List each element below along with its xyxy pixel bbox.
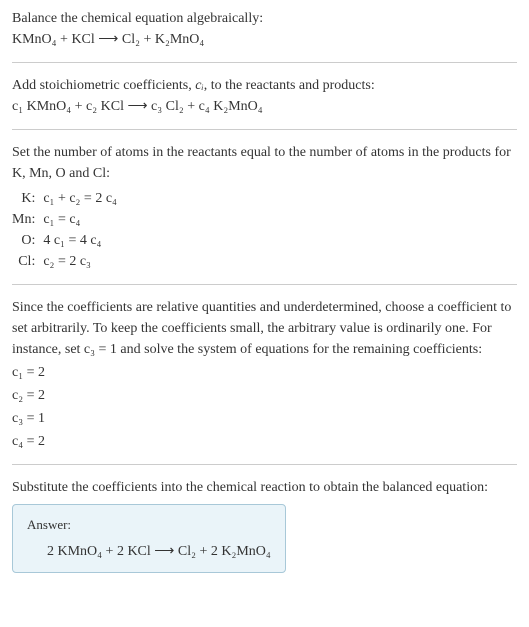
atom-eq-row: K: c₁ + c₂ = 2 c₄ — [12, 188, 117, 209]
answer-box: Answer: 2 KMnO₄ + 2 KCl ⟶ Cl₂ + 2 K₂MnO₄ — [12, 504, 286, 573]
divider — [12, 464, 517, 465]
atom-label: K: — [12, 188, 43, 209]
atom-equations-table: K: c₁ + c₂ = 2 c₄ Mn: c₁ = c₄ O: 4 c₁ = … — [12, 188, 117, 272]
balanced-equation: 2 KMnO₄ + 2 KCl ⟶ Cl₂ + 2 K₂MnO₄ — [27, 541, 271, 562]
atom-eq-row: Mn: c₁ = c₄ — [12, 209, 117, 230]
instruction-add-coeffs: Add stoichiometric coefficients, cᵢ, to … — [12, 75, 517, 96]
atom-eq-row: Cl: c₂ = 2 c₃ — [12, 251, 117, 272]
instruction-solve: Since the coefficients are relative quan… — [12, 297, 517, 360]
divider — [12, 284, 517, 285]
answer-label: Answer: — [27, 515, 271, 535]
atom-label: Cl: — [12, 251, 43, 272]
atom-label: Mn: — [12, 209, 43, 230]
coef-value: c₁ = 2 — [12, 362, 517, 383]
atom-equation: c₁ = c₄ — [43, 209, 117, 230]
atom-label: O: — [12, 230, 43, 251]
atom-equation: c₂ = 2 c₃ — [43, 251, 117, 272]
section-substitute: Substitute the coefficients into the che… — [12, 477, 517, 573]
instruction-substitute: Substitute the coefficients into the che… — [12, 477, 517, 498]
atom-equation: 4 c₁ = 4 c₄ — [43, 230, 117, 251]
atom-eq-row: O: 4 c₁ = 4 c₄ — [12, 230, 117, 251]
divider — [12, 129, 517, 130]
instruction-balance: Balance the chemical equation algebraica… — [12, 8, 517, 29]
instruction-set-atoms: Set the number of atoms in the reactants… — [12, 142, 517, 184]
atom-equation: c₁ + c₂ = 2 c₄ — [43, 188, 117, 209]
section-atom-balance: Set the number of atoms in the reactants… — [12, 142, 517, 272]
coef-value: c₄ = 2 — [12, 431, 517, 452]
equation-unbalanced: KMnO₄ + KCl ⟶ Cl₂ + K₂MnO₄ — [12, 29, 517, 50]
section-stoichiometric: Add stoichiometric coefficients, cᵢ, to … — [12, 75, 517, 117]
coef-value: c₃ = 1 — [12, 408, 517, 429]
section-problem: Balance the chemical equation algebraica… — [12, 8, 517, 50]
coefficient-list: c₁ = 2 c₂ = 2 c₃ = 1 c₄ = 2 — [12, 362, 517, 452]
coef-value: c₂ = 2 — [12, 385, 517, 406]
ci-symbol: cᵢ — [195, 78, 203, 93]
divider — [12, 62, 517, 63]
equation-with-coeffs: c₁ KMnO₄ + c₂ KCl ⟶ c₃ Cl₂ + c₄ K₂MnO₄ — [12, 96, 517, 117]
section-solve: Since the coefficients are relative quan… — [12, 297, 517, 452]
